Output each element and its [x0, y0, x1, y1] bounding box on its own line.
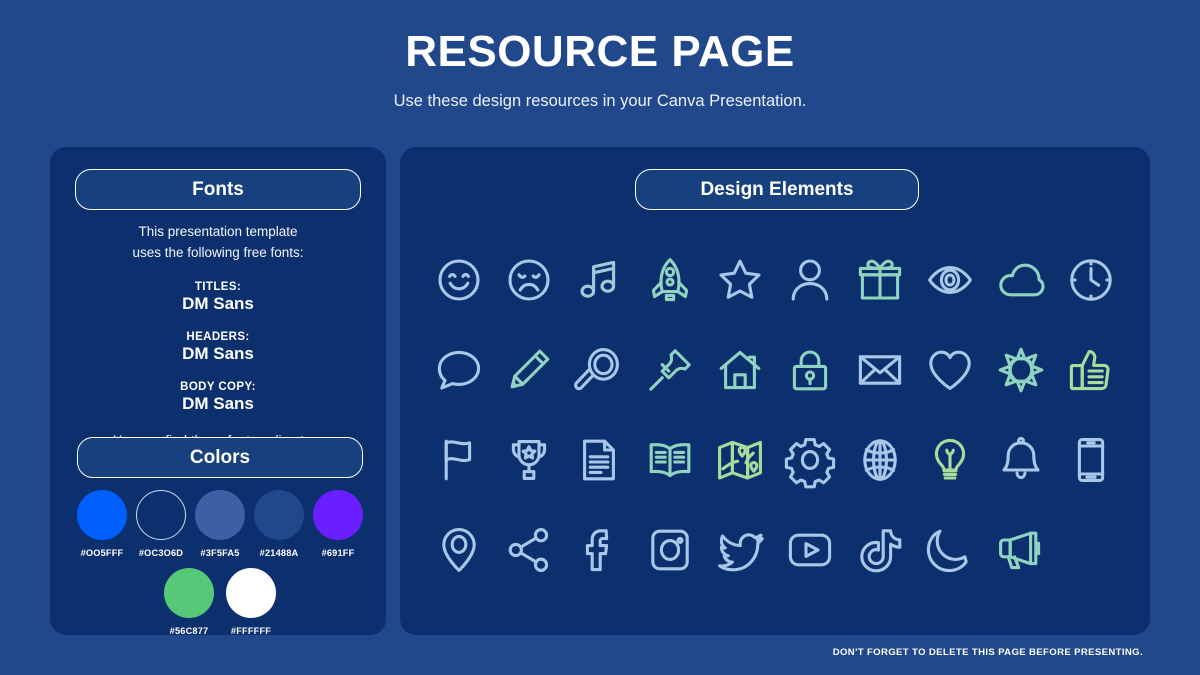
- colors-pill-header: Colors: [77, 437, 363, 478]
- color-swatch-cell: #21488A: [254, 490, 304, 558]
- design-elements-pill-header: Design Elements: [635, 169, 919, 210]
- header: RESOURCE PAGE Use these design resources…: [0, 0, 1200, 111]
- person-icon[interactable]: [781, 251, 839, 309]
- twitter-icon[interactable]: [711, 521, 769, 579]
- flag-icon[interactable]: [430, 431, 488, 489]
- heart-icon[interactable]: [921, 341, 979, 399]
- color-swatch-label: #56C877: [169, 626, 209, 636]
- thumbs-up-icon[interactable]: [1062, 341, 1120, 399]
- clock-icon[interactable]: [1062, 251, 1120, 309]
- fonts-body: This presentation template uses the foll…: [50, 222, 386, 448]
- document-icon[interactable]: [570, 431, 628, 489]
- instagram-icon[interactable]: [641, 521, 699, 579]
- moon-icon[interactable]: [921, 521, 979, 579]
- font-group-titles: TITLES: DM Sans: [50, 281, 386, 314]
- color-swatch-dot: [77, 490, 127, 540]
- color-swatch-dot: [313, 490, 363, 540]
- map-icon[interactable]: [711, 431, 769, 489]
- globe-icon[interactable]: [851, 431, 909, 489]
- rocket-icon[interactable]: [641, 251, 699, 309]
- open-book-icon[interactable]: [641, 431, 699, 489]
- font-group-body-copy: BODY COPY: DM Sans: [50, 381, 386, 414]
- eye-icon[interactable]: [921, 251, 979, 309]
- color-swatch-cell: #FFFFFF: [226, 568, 276, 636]
- location-pin-icon[interactable]: [430, 521, 488, 579]
- gear-icon[interactable]: [781, 431, 839, 489]
- color-swatch-label: #OO5FFF: [80, 548, 124, 558]
- font-name-value: DM Sans: [182, 393, 254, 413]
- house-icon[interactable]: [711, 341, 769, 399]
- font-role-label: HEADERS:: [186, 330, 250, 343]
- fonts-panel: Fonts This presentation template uses th…: [50, 147, 386, 636]
- fonts-intro-line-1: This presentation template: [138, 224, 298, 239]
- speech-bubble-icon[interactable]: [430, 341, 488, 399]
- color-swatch-dot: [136, 490, 186, 540]
- color-swatch-cell: #56C877: [164, 568, 214, 636]
- fonts-intro-line-2: uses the following free fonts:: [132, 244, 304, 260]
- page-subtitle: Use these design resources in your Canva…: [393, 92, 807, 111]
- color-swatch-cell: #OO5FFF: [77, 490, 127, 558]
- pencil-icon[interactable]: [500, 341, 558, 399]
- bell-icon[interactable]: [992, 431, 1050, 489]
- pushpin-icon[interactable]: [641, 341, 699, 399]
- lock-icon[interactable]: [781, 341, 839, 399]
- tiktok-icon[interactable]: [851, 521, 909, 579]
- icon-grid: [424, 235, 1126, 595]
- envelope-icon[interactable]: [851, 341, 909, 399]
- magnifier-icon[interactable]: [570, 341, 628, 399]
- cloud-icon[interactable]: [992, 251, 1050, 309]
- color-swatch-row-secondary: #56C877 #FFFFFF: [77, 568, 363, 636]
- color-swatch-label: #21488A: [259, 548, 299, 558]
- color-swatch-dot: [226, 568, 276, 618]
- fonts-pill-header: Fonts: [75, 169, 361, 210]
- color-swatch-cell: #OC3O6D: [136, 490, 186, 558]
- music-note-icon[interactable]: [570, 251, 628, 309]
- color-swatch-dot: [164, 568, 214, 618]
- color-swatch-cell: #691FF: [313, 490, 363, 558]
- smiley-face-icon[interactable]: [430, 251, 488, 309]
- color-swatch-dot: [254, 490, 304, 540]
- color-swatch-label: #OC3O6D: [138, 548, 184, 558]
- phone-icon[interactable]: [1062, 431, 1120, 489]
- font-name-value: DM Sans: [182, 293, 254, 313]
- design-elements-panel: Design Elements: [400, 147, 1150, 635]
- color-swatch-cell: #3F5FA5: [195, 490, 245, 558]
- facebook-icon[interactable]: [570, 521, 628, 579]
- color-swatch-label: #691FF: [321, 548, 355, 558]
- star-icon[interactable]: [711, 251, 769, 309]
- color-swatch-row-primary: #OO5FFF #OC3O6D #3F5FA5 #21488A #691FF: [77, 490, 363, 558]
- color-swatch-label: #FFFFFF: [230, 626, 272, 636]
- sad-face-icon[interactable]: [500, 251, 558, 309]
- font-group-headers: HEADERS: DM Sans: [50, 331, 386, 364]
- page-title: RESOURCE PAGE: [405, 27, 795, 76]
- sun-icon[interactable]: [992, 341, 1050, 399]
- share-icon[interactable]: [500, 521, 558, 579]
- gift-icon[interactable]: [851, 251, 909, 309]
- lightbulb-icon[interactable]: [921, 431, 979, 489]
- youtube-icon[interactable]: [781, 521, 839, 579]
- slide-canvas: RESOURCE PAGE Use these design resources…: [0, 0, 1200, 675]
- trophy-icon[interactable]: [500, 431, 558, 489]
- font-role-label: BODY COPY:: [180, 380, 256, 393]
- megaphone-icon[interactable]: [992, 521, 1050, 579]
- color-swatch-dot: [195, 490, 245, 540]
- font-role-label: TITLES:: [194, 280, 242, 293]
- footer-note: DON'T FORGET TO DELETE THIS PAGE BEFORE …: [832, 647, 1143, 658]
- color-swatch-label: #3F5FA5: [200, 548, 240, 558]
- font-name-value: DM Sans: [182, 343, 254, 363]
